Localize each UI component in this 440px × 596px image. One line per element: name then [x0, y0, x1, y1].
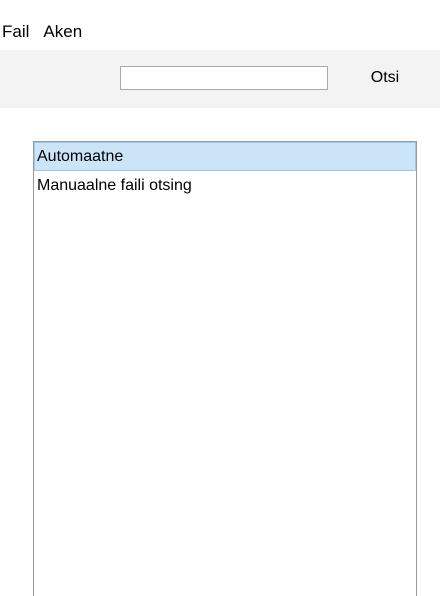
menu-item-aken[interactable]: Aken	[43, 18, 92, 46]
search-button[interactable]: Otsi	[360, 63, 410, 93]
list-item-manuaalne-faili-otsing[interactable]: Manuaalne faili otsing	[34, 171, 416, 200]
search-toolbar: Otsi	[0, 50, 440, 108]
menu-item-fail[interactable]: Fail	[0, 18, 43, 46]
list-item-automaatne[interactable]: Automaatne	[34, 142, 416, 171]
search-mode-list[interactable]: Automaatne Manuaalne faili otsing	[33, 141, 417, 596]
app-window: Fail Aken Otsi Automaatne Manuaalne fail…	[0, 0, 440, 596]
search-input[interactable]	[120, 66, 328, 90]
menu-bar: Fail Aken	[0, 18, 440, 46]
title-strip	[0, 0, 440, 14]
